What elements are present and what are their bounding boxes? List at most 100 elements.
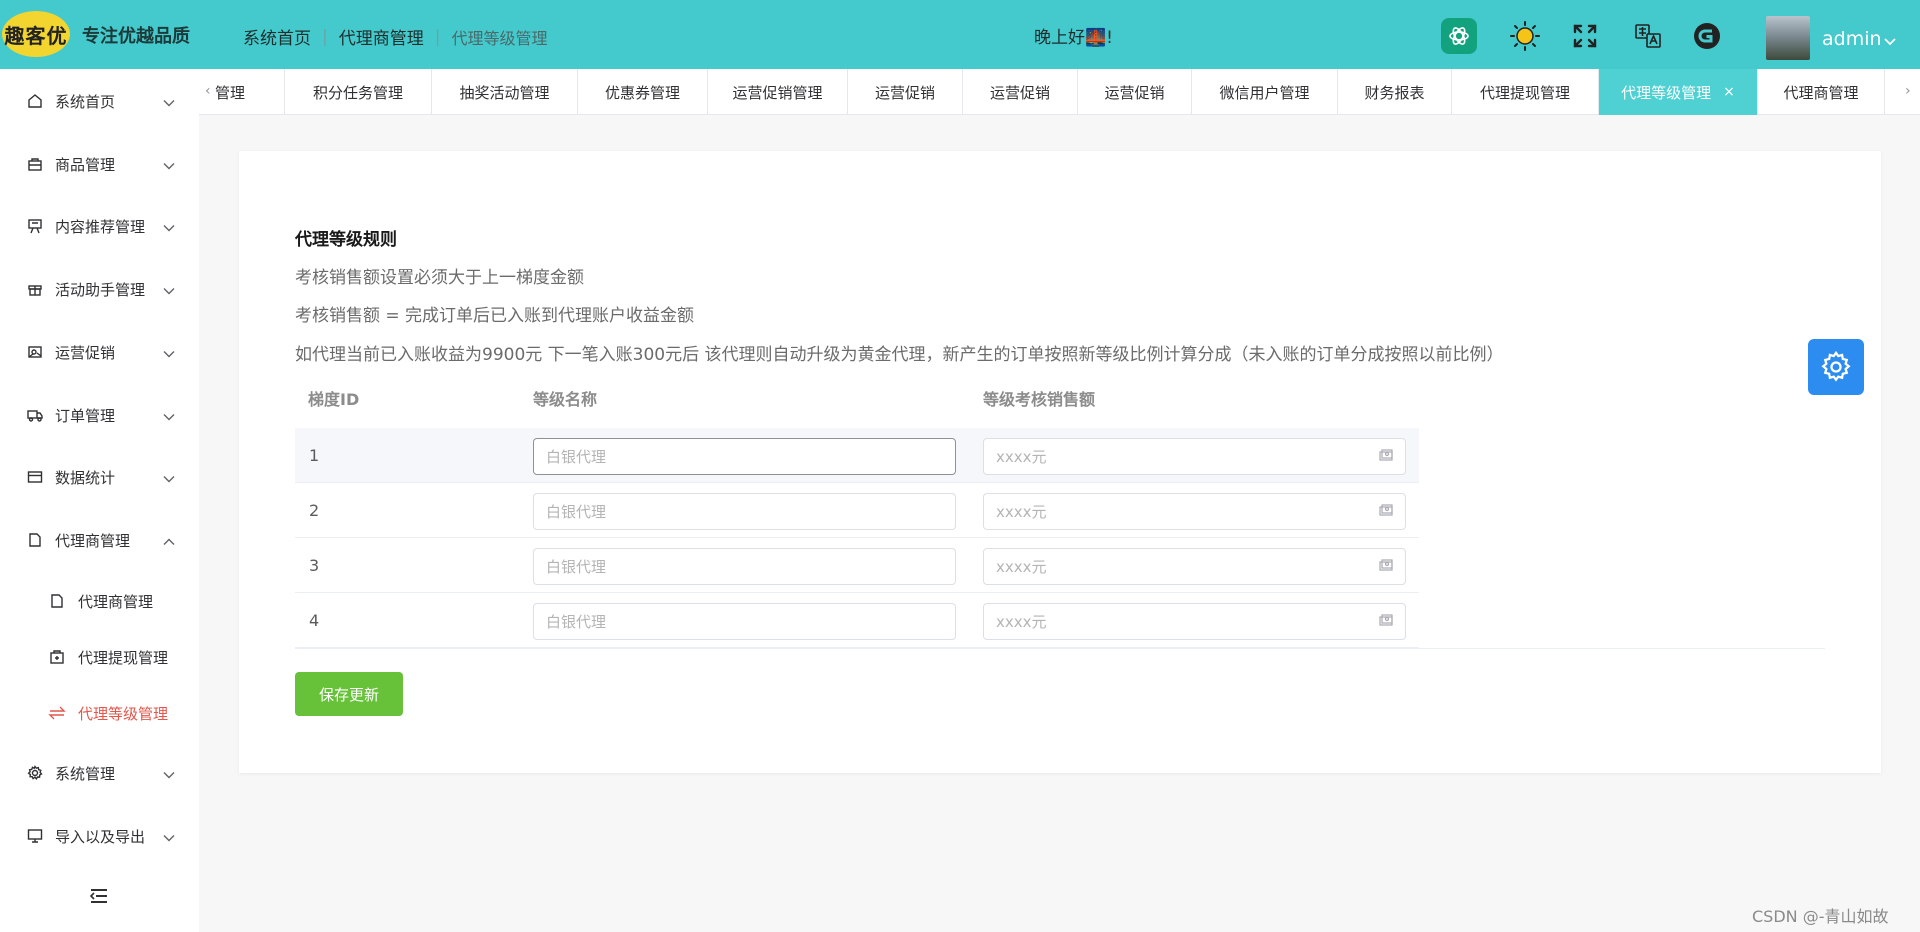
document-icon (48, 592, 66, 610)
tab-item[interactable]: 微信用户管理 (1192, 69, 1338, 115)
level-amount-input[interactable]: xxxx元 (983, 438, 1406, 475)
breadcrumb-separator: | (434, 26, 441, 47)
row-id: 4 (309, 611, 320, 630)
chevron-down-icon (163, 217, 175, 236)
chevron-up-icon (163, 531, 175, 550)
tab-item[interactable]: 积分任务管理 (285, 69, 432, 115)
promotion-icon (26, 343, 44, 361)
translate-icon[interactable] (1630, 18, 1666, 54)
close-icon[interactable]: × (1723, 84, 1735, 100)
level-name-input[interactable]: 白银代理 (533, 438, 956, 475)
chevron-down-icon (163, 155, 175, 174)
row-id: 2 (309, 501, 320, 520)
breadcrumb-current: 代理等级管理 (451, 28, 548, 48)
gitee-icon[interactable] (1689, 18, 1725, 54)
tab-item[interactable]: 优惠券管理 (578, 69, 708, 115)
sidebar-item-content[interactable]: 内容推荐管理 (0, 206, 199, 246)
sidebar: 系统首页 商品管理 内容推荐管理 活动助手管理 运营促销 订单管理 数据统计 代… (0, 69, 199, 932)
column-header-amount: 等级考核销售额 (983, 390, 1096, 409)
tab-item[interactable]: 管理 (213, 69, 285, 115)
tab-item[interactable]: 运营促销 (1078, 69, 1192, 115)
sidebar-item-system[interactable]: 系统管理 (0, 753, 199, 793)
chevron-down-icon (163, 764, 175, 783)
chevron-down-icon[interactable] (1883, 31, 1897, 50)
collapse-sidebar-icon[interactable] (89, 888, 109, 908)
sidebar-item-label: 内容推荐管理 (55, 217, 146, 236)
level-name-input[interactable]: 白银代理 (533, 603, 956, 640)
save-button[interactable]: 保存更新 (295, 672, 403, 716)
tab-label: 代理商管理 (1783, 83, 1859, 102)
sidebar-item-label: 数据统计 (55, 468, 116, 487)
breadcrumb-agent[interactable]: 代理商管理 (339, 24, 424, 49)
slogan: 专注优越品质 (82, 26, 190, 47)
tab-label: 微信用户管理 (1219, 83, 1310, 102)
sidebar-item-promotion[interactable]: 运营促销 (0, 332, 199, 372)
tab-label: 财务报表 (1364, 83, 1425, 102)
tab-active[interactable]: 代理等级管理 × (1599, 69, 1758, 115)
chevron-down-icon (163, 92, 175, 111)
level-amount-input[interactable]: xxxx元 (983, 493, 1406, 530)
username[interactable]: admin (1822, 28, 1882, 50)
money-icon (1379, 504, 1393, 522)
breadcrumb: 系统首页 | 代理商管理 | 代理等级管理 (243, 24, 548, 50)
avatar[interactable] (1766, 16, 1810, 60)
sidebar-item-goods[interactable]: 商品管理 (0, 144, 199, 184)
level-name-input[interactable]: 白银代理 (533, 548, 956, 585)
tab-scroll-right-icon[interactable]: › (1905, 83, 1911, 99)
column-header-id: 梯度ID (308, 390, 360, 409)
tab-item[interactable]: 抽奖活动管理 (432, 69, 578, 115)
fullscreen-icon[interactable] (1567, 18, 1603, 54)
rule-line: 考核销售额设置必须大于上一梯度金额 (295, 268, 584, 288)
tab-item[interactable]: 运营促销 (848, 69, 963, 115)
sidebar-item-statistics[interactable]: 数据统计 (0, 457, 199, 497)
chevron-down-icon (163, 827, 175, 846)
tab-item[interactable]: 运营促销 (963, 69, 1078, 115)
sun-icon[interactable] (1507, 18, 1543, 54)
chevron-down-icon (163, 468, 175, 487)
tab-scroll-left-icon[interactable]: ‹ (205, 83, 211, 99)
sidebar-item-activity[interactable]: 活动助手管理 (0, 269, 199, 309)
sidebar-subitem-label: 代理等级管理 (78, 704, 169, 723)
sidebar-subitem-label: 代理提现管理 (78, 648, 169, 667)
tab-label: 代理等级管理 (1621, 83, 1712, 102)
sidebar-item-import-export[interactable]: 导入以及导出 (0, 816, 199, 856)
input-placeholder: xxxx元 (996, 613, 1047, 631)
sidebar-item-label: 导入以及导出 (55, 827, 146, 846)
sidebar-item-label: 系统首页 (55, 92, 116, 111)
tab-item[interactable]: 代理提现管理 (1452, 69, 1599, 115)
sidebar-item-home[interactable]: 系统首页 (0, 81, 199, 121)
logo[interactable]: 趣客优 (2, 11, 70, 57)
sidebar-subitem-agent-manage[interactable]: 代理商管理 (0, 581, 199, 621)
chevron-down-icon (163, 280, 175, 299)
sidebar-subitem-withdraw[interactable]: 代理提现管理 (0, 637, 199, 677)
money-icon (1379, 559, 1393, 577)
breadcrumb-home[interactable]: 系统首页 (243, 24, 311, 49)
sidebar-subitem-level[interactable]: 代理等级管理 (0, 693, 199, 733)
tab-bar: ‹ 管理 积分任务管理 抽奖活动管理 优惠券管理 运营促销管理 运营促销 运营促… (199, 69, 1920, 115)
rule-line: 考核销售额 = 完成订单后已入账到代理账户收益金额 (295, 306, 695, 326)
tab-item[interactable]: 运营促销管理 (708, 69, 848, 115)
input-placeholder: 白银代理 (546, 558, 607, 576)
card-icon (26, 468, 44, 486)
level-name-input[interactable]: 白银代理 (533, 493, 956, 530)
sidebar-item-agent[interactable]: 代理商管理 (0, 520, 199, 560)
logo-text: 趣客优 (4, 23, 68, 48)
wallet-icon (48, 648, 66, 666)
input-placeholder: 白银代理 (546, 613, 607, 631)
tab-item[interactable]: 财务报表 (1338, 69, 1452, 115)
presentation-icon (26, 217, 44, 235)
level-amount-input[interactable]: xxxx元 (983, 548, 1406, 585)
tab-item[interactable]: 代理商管理 (1758, 69, 1885, 115)
sidebar-item-label: 运营促销 (55, 343, 116, 362)
chatgpt-icon[interactable] (1441, 18, 1477, 54)
document-icon (26, 531, 44, 549)
sidebar-item-orders[interactable]: 订单管理 (0, 395, 199, 435)
settings-gear-icon[interactable] (1808, 339, 1864, 395)
table-bottom-divider (295, 648, 1825, 649)
input-placeholder: xxxx元 (996, 558, 1047, 576)
level-amount-input[interactable]: xxxx元 (983, 603, 1406, 640)
input-placeholder: 白银代理 (546, 503, 607, 521)
tab-label: 运营促销 (1104, 83, 1165, 102)
switch-icon (48, 704, 66, 722)
input-placeholder: xxxx元 (996, 503, 1047, 521)
